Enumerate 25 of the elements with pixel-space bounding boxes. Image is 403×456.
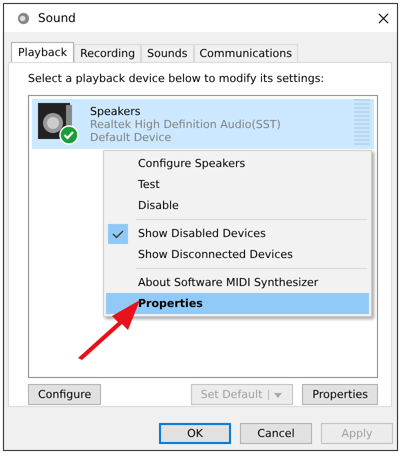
window-title: Sound [38,11,77,25]
menu-item[interactable]: Properties [106,293,369,314]
speaker-device-icon [36,101,80,145]
device-driver: Realtek High Definition Audio(SST) [90,118,282,131]
menu-item[interactable]: Show Disabled Devices [106,223,369,244]
dialog-button[interactable]: OK [159,423,231,444]
instruction-text: Select a playback device below to modify its settings: [28,72,326,85]
panel-button[interactable]: Configure [28,384,102,405]
level-meter [354,99,370,145]
menu-item[interactable]: Show Disconnected Devices [106,244,369,265]
menu-item[interactable]: Configure Speakers [106,153,369,174]
tab[interactable]: Sounds [141,44,194,62]
device-status: Default Device [90,131,172,144]
device-row[interactable]: Speakers Realtek High Definition Audio(SST) Default Device [32,99,374,149]
tab[interactable]: Playback [11,42,74,62]
speaker-icon [17,12,30,24]
menu-item[interactable]: About Software MIDI Synthesizer [106,272,369,293]
menu-item[interactable]: Test [106,174,369,195]
dialog-button[interactable]: Cancel [240,423,312,444]
panel-button[interactable]: Properties [302,384,378,405]
menu-item[interactable]: Disable [106,195,369,216]
close-icon[interactable] [378,12,389,24]
tab[interactable]: Communications [194,44,298,62]
tab[interactable]: Recording [74,44,142,62]
device-name: Speakers [90,105,142,118]
